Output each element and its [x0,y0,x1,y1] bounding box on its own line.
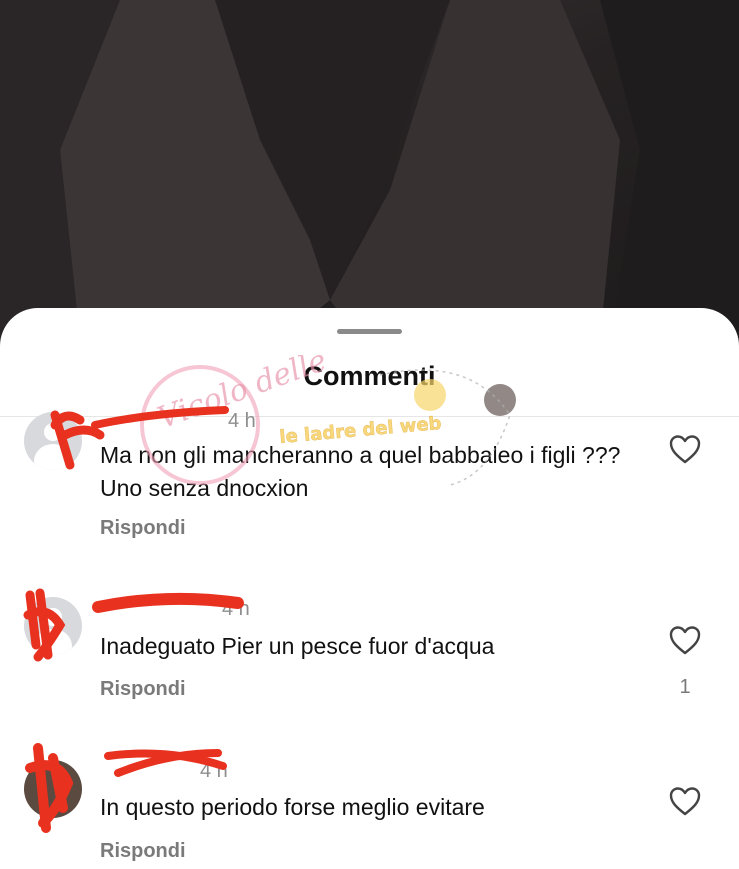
comment-text: Ma non gli mancheranno a quel babbaleo i… [100,442,621,501]
avatar[interactable] [24,412,82,470]
like-heart-icon[interactable] [668,433,702,465]
reply-button[interactable]: Rispondi [100,517,186,540]
sheet-divider [0,416,739,417]
comment-time: 4 h [222,598,250,620]
reply-button[interactable]: Rispondi [100,678,186,701]
comment-time: 4 h [200,760,228,782]
avatar[interactable] [24,760,82,818]
sheet-title: Commenti [303,361,436,391]
like-count: 1 [679,676,691,698]
comment-text: Inadeguato Pier un pesce fuor d'acqua [100,633,495,659]
comments-sheet: Commenti [0,308,739,869]
like-heart-icon[interactable] [668,624,702,656]
like-heart-icon[interactable] [668,785,702,817]
avatar[interactable] [24,597,82,655]
sheet-grabber[interactable] [337,329,402,334]
shirt-illustration [0,0,739,340]
reply-button[interactable]: Rispondi [100,840,186,863]
comment-text: In questo periodo forse meglio evitare [100,794,485,820]
comment-time: 4 h [228,410,256,432]
